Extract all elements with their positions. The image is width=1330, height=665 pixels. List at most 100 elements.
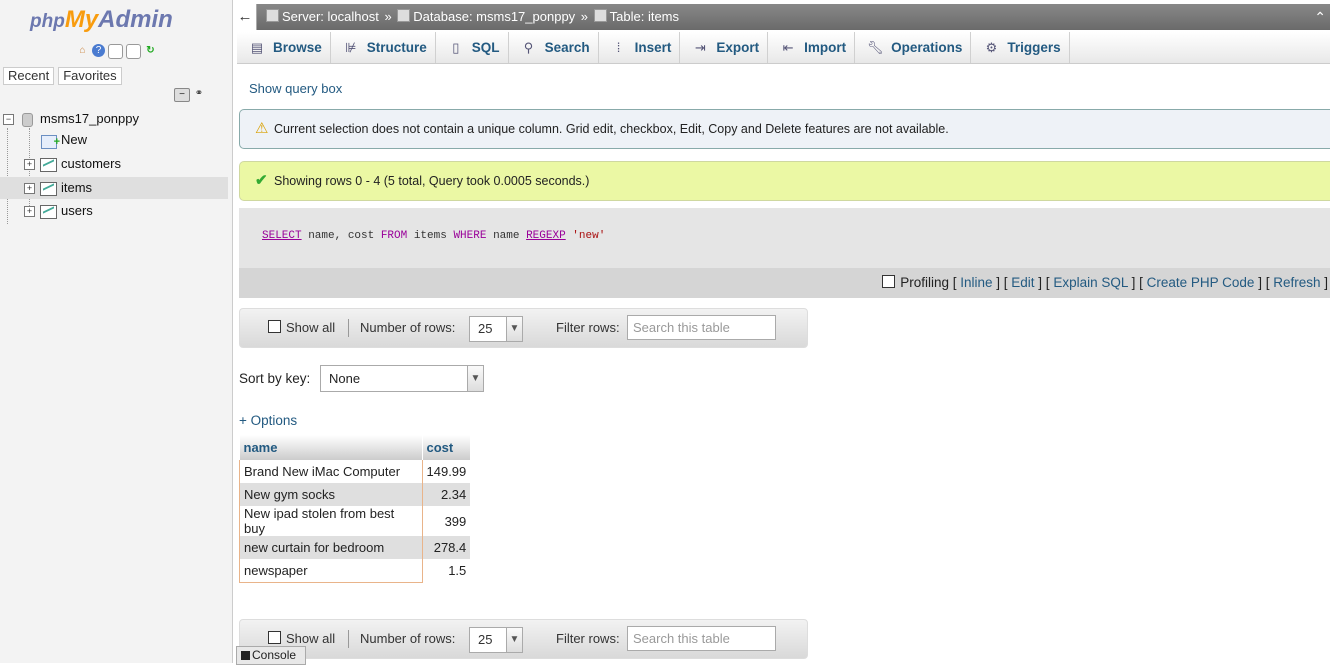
breadcrumb: ← Server: localhost » Database: msms17_p… [234,4,1330,30]
cell-cost: 399 [422,506,471,536]
help-icon[interactable]: ? [92,44,105,57]
sql-keyword: WHERE [453,230,487,242]
cell-name: new curtain for bedroom [239,536,423,559]
filter-rows-label: Filter rows: [556,631,620,646]
structure-icon: ⊯ [345,39,357,55]
sql-icon: ▯ [452,39,460,55]
sql-query[interactable]: SELECT name, cost FROM items WHERE name … [262,230,605,242]
wrench-icon: 🔧︎ [866,39,884,55]
cell-name: New ipad stolen from best buy [239,506,423,536]
back-arrow-icon[interactable]: ← [234,4,257,30]
show-query-box-link[interactable]: Show query box [249,81,342,96]
navigation-panel: phpMyAdmin ⌂ ? ↻ Recent Favorites − ⚭ − … [0,0,233,663]
show-all-checkbox[interactable] [268,631,281,644]
recent-tab[interactable]: Recent [3,67,55,85]
tree-database-msms17_ponppy[interactable]: − msms17_ponppy [0,108,228,130]
table-navigation-top: Show all Number of rows: 25 ▼ Filter rows… [239,308,808,348]
show-all-checkbox[interactable] [268,320,281,333]
sql-string: 'new' [572,230,606,242]
tab-bar: ▤ Browse ⊯ Structure ▯ SQL ⚲ Search ⁞ Insert … [237,32,1330,64]
tree-item-label: customers [61,156,121,171]
reload-icon[interactable]: ↻ [144,44,157,57]
home-icon[interactable]: ⌂ [76,44,89,57]
expand-icon[interactable]: + [24,183,35,194]
breadcrumb-server[interactable]: Server: localhost [282,9,379,24]
insert-icon: ⁞ [616,39,621,55]
phpmyadmin-logo[interactable]: phpMyAdmin [30,6,173,34]
table-row: New ipad stolen from best buy 399 [239,506,471,536]
filter-rows-input[interactable] [627,315,776,340]
console-icon [241,651,250,660]
tree-table-users[interactable]: + users [0,200,228,222]
tab-insert[interactable]: ⁞ Insert [599,32,681,63]
table-row: Brand New iMac Computer 149.99 [239,460,471,483]
sql-options-bar: Profiling [ Inline ] [ Edit ] [ Explain … [239,268,1330,298]
collapse-all-icon[interactable]: − [174,88,190,102]
database-name: msms17_ponppy [40,111,139,126]
sql-keyword[interactable]: REGEXP [526,230,566,242]
expand-icon[interactable]: + [24,206,35,217]
new-table-icon [41,131,60,153]
warning-icon: ⚠ [255,120,269,137]
filter-rows-label: Filter rows: [556,320,620,335]
breadcrumb-table[interactable]: Table: items [610,9,679,24]
nav-icons: ⌂ ? ↻ [76,44,157,59]
check-icon: ✔ [255,172,268,189]
console-toggle[interactable]: Console [236,646,306,665]
table-navigation-bottom: Show all Number of rows: 25 ▼ Filter rows… [239,619,808,659]
favorites-tab[interactable]: Favorites [58,67,122,85]
cell-name: Brand New iMac Computer [239,460,423,483]
tab-operations[interactable]: 🔧︎ Operations [855,32,972,63]
search-icon: ⚲ [523,39,534,55]
settings-icon[interactable] [126,44,141,59]
tab-export[interactable]: ⇥ Export [680,32,769,63]
table-icon [40,158,57,172]
expand-icon[interactable]: + [24,159,35,170]
create-php-code-link[interactable]: Create PHP Code [1147,275,1255,290]
sql-keyword[interactable]: SELECT [262,230,302,242]
profiling-checkbox[interactable] [882,275,896,288]
tab-sql[interactable]: ▯ SQL [436,32,509,63]
tree-item-label: items [61,180,93,195]
tab-search[interactable]: ⚲ Search [509,32,599,63]
tab-import[interactable]: ⇤ Import [768,32,856,63]
recent-favorites-tabs: Recent Favorites [3,67,122,85]
options-link[interactable]: + Options [239,413,297,428]
divider [348,630,349,648]
table-row: New gym socks 2.34 [239,483,471,506]
tab-structure[interactable]: ⊯ Structure [331,32,436,63]
collapse-icon[interactable]: − [3,114,14,125]
refresh-link[interactable]: Refresh [1273,275,1320,290]
notice-text: Current selection does not contain a uni… [274,122,949,136]
import-icon: ⇤ [782,39,794,55]
database-icon [22,113,33,127]
filter-rows-input[interactable] [627,626,776,651]
number-of-rows-label: Number of rows: [360,320,456,335]
number-of-rows-label: Number of rows: [360,631,456,646]
column-header-name[interactable]: name [239,435,423,460]
breadcrumb-database[interactable]: Database: msms17_ponppy [413,9,575,24]
success-text: Showing rows 0 - 4 (5 total, Query took … [274,174,590,188]
inline-link[interactable]: Inline [960,275,992,290]
table-header-row: name cost [239,435,471,460]
success-message: ✔ Showing rows 0 - 4 (5 total, Query too… [239,161,1330,201]
tree-table-items[interactable]: + items [0,177,228,199]
tree-table-customers[interactable]: + customers [0,153,228,175]
tab-triggers[interactable]: ⚙ Triggers [971,32,1070,63]
collapse-topbar-icon[interactable]: ⌃ [1314,4,1326,30]
column-header-cost[interactable]: cost [422,435,471,460]
number-of-rows-select[interactable]: 25 ▼ [469,627,523,653]
tab-browse[interactable]: ▤ Browse [237,32,331,63]
explain-sql-link[interactable]: Explain SQL [1053,275,1128,290]
show-all-toggle[interactable]: Show all [268,309,335,347]
link-icon[interactable]: ⚭ [192,88,206,100]
number-of-rows-select[interactable]: 25 ▼ [469,316,523,342]
table-icon [40,182,57,196]
edit-link[interactable]: Edit [1011,275,1034,290]
sql-query-box: SELECT name, cost FROM items WHERE name … [239,208,1330,268]
documentation-icon[interactable] [108,44,123,59]
database-icon [397,9,411,22]
tree-item-new[interactable]: New [0,129,228,153]
profiling-label: Profiling [900,275,949,290]
sort-by-key-select[interactable]: None ▼ [320,365,484,392]
